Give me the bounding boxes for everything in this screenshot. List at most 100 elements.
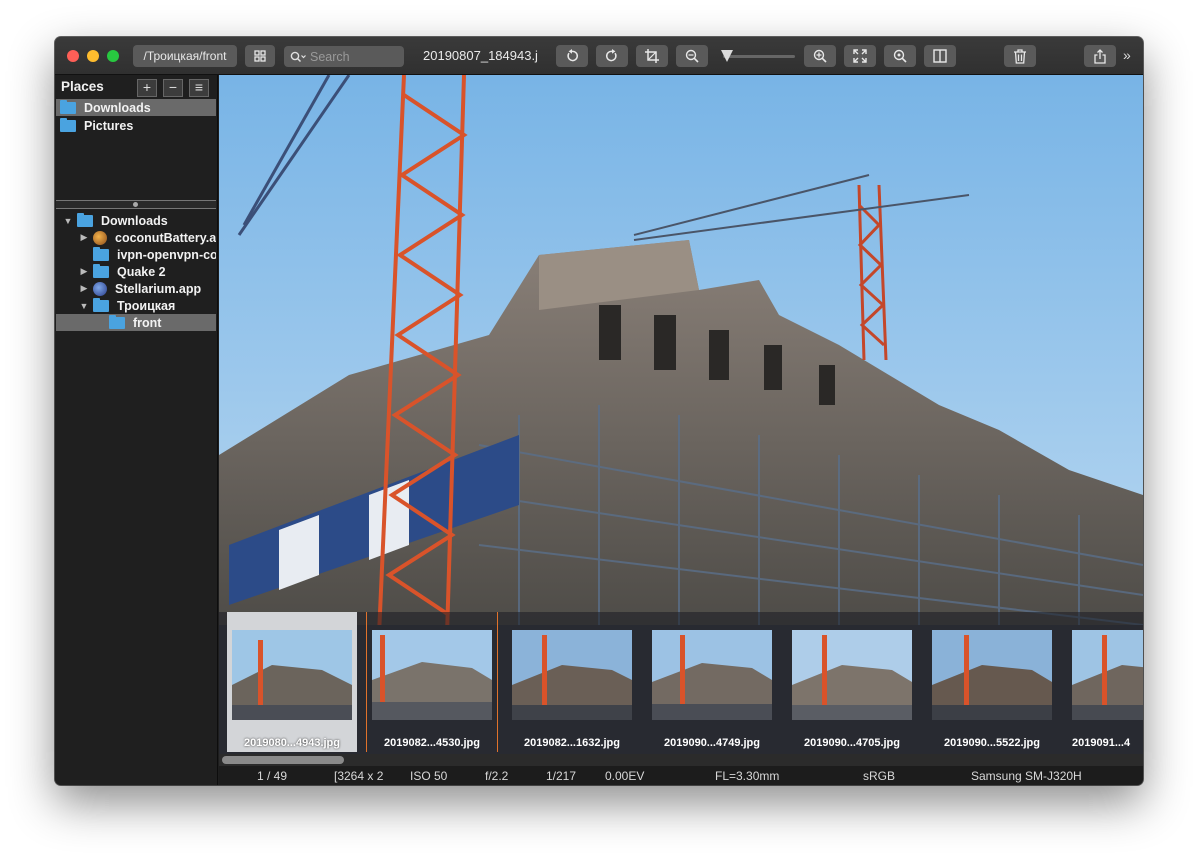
thumbnail-image	[652, 630, 772, 720]
tree-item-label: Downloads	[101, 213, 168, 228]
thumbnail-label: 2019080...4943.jpg	[243, 737, 340, 749]
minimize-window-button[interactable]	[87, 50, 99, 62]
split-view-icon	[933, 49, 947, 63]
split-view-button[interactable]	[924, 45, 956, 67]
zoom-in-icon	[813, 49, 827, 63]
disclosure-closed-icon[interactable]: ▶	[78, 266, 90, 277]
current-filename: 20190807_184943.j	[423, 48, 538, 63]
thumbnail-image	[1072, 630, 1143, 720]
thumbnail-item[interactable]: 2019090...5522.jpg	[927, 612, 1057, 752]
thumbnail-label: 2019090...5522.jpg	[943, 737, 1040, 749]
disclosure-closed-icon[interactable]: ▶	[78, 283, 90, 294]
zoom-slider[interactable]	[720, 50, 795, 62]
more-icon[interactable]: »	[1123, 47, 1131, 63]
folder-icon	[93, 246, 109, 261]
search-field[interactable]	[284, 46, 404, 67]
rotate-right-icon	[605, 49, 617, 62]
places-item-downloads[interactable]: Downloads	[56, 99, 216, 116]
filmstrip-divider	[497, 612, 498, 752]
tree-item-ivpn[interactable]: ivpn-openvpn-config	[56, 246, 216, 263]
search-input[interactable]	[310, 49, 398, 64]
path-button[interactable]: /Троицкая/front	[133, 45, 237, 67]
actual-size-button[interactable]	[884, 45, 916, 67]
tree-item-label: Quake 2	[117, 264, 166, 279]
thumbnail-label: 2019091...4	[1072, 737, 1131, 749]
tree-item-troitskaya[interactable]: ▼ Троицкая	[56, 297, 216, 314]
thumbnail-image	[232, 630, 352, 720]
rotate-left-button[interactable]	[556, 45, 588, 67]
status-aperture: f/2.2	[485, 769, 509, 783]
tree-item-label: Stellarium.app	[115, 281, 202, 296]
folder-icon	[93, 297, 109, 312]
filmstrip: 2019080...4943.jpg 2019082...4530.jpg 20…	[219, 612, 1143, 754]
share-icon	[1094, 48, 1106, 64]
places-item-label: Pictures	[84, 118, 134, 133]
add-place-button[interactable]: +	[137, 79, 157, 97]
rotate-right-button[interactable]	[596, 45, 628, 67]
status-index: 1 / 49	[257, 769, 288, 783]
zoom-window-button[interactable]	[107, 50, 119, 62]
zoom-out-button[interactable]	[676, 45, 708, 67]
filmstrip-scrollbar[interactable]	[219, 754, 1143, 766]
places-title: Places	[61, 79, 104, 94]
app-window: /Троицкая/front 20190807_184943.j	[55, 37, 1143, 785]
thumbnail-label: 2019090...4749.jpg	[663, 737, 760, 749]
places-menu-button[interactable]: ≡	[189, 79, 209, 97]
close-window-button[interactable]	[67, 50, 79, 62]
tree-item-label: coconutBattery.app	[115, 230, 216, 245]
sidebar: Places + − ≡ Downloads Pictures ▼ Downlo…	[55, 75, 218, 785]
folder-icon	[60, 117, 76, 132]
stellarium-app-icon	[93, 281, 107, 296]
tree-item-stellarium[interactable]: ▶ Stellarium.app	[56, 280, 216, 297]
thumbnail-item[interactable]: 2019090...4749.jpg	[647, 612, 777, 752]
thumbnail-item[interactable]: 2019082...1632.jpg	[507, 612, 637, 752]
crop-icon	[645, 49, 659, 63]
tree-item-quake2[interactable]: ▶ Quake 2	[56, 263, 216, 280]
tree-item-label: ivpn-openvpn-config	[117, 247, 216, 262]
trash-button[interactable]	[1004, 45, 1036, 67]
zoom-in-button[interactable]	[804, 45, 836, 67]
thumbnail-label: 2019082...1632.jpg	[523, 737, 620, 749]
status-shutter: 1/217	[546, 769, 577, 783]
status-colorspace: sRGB	[863, 769, 896, 783]
trash-icon	[1014, 48, 1026, 64]
zoom-out-icon	[685, 49, 699, 63]
thumbnail-item[interactable]: 2019091...4	[1067, 612, 1143, 752]
tree-item-label: Троицкая	[117, 298, 176, 313]
rotate-left-icon	[567, 49, 579, 62]
status-ev: 0.00EV	[605, 769, 645, 783]
thumbnail-image	[932, 630, 1052, 720]
crop-button[interactable]	[636, 45, 668, 67]
filmstrip-scroll-thumb[interactable]	[222, 756, 344, 764]
status-bar: 1 / 49 [3264 x 2 ISO 50 f/2.2 1/217 0.00…	[219, 766, 1143, 785]
search-icon	[290, 51, 306, 62]
tree-item-downloads[interactable]: ▼ Downloads	[56, 212, 216, 229]
thumbnail-grid-button[interactable]	[245, 45, 275, 67]
disclosure-closed-icon[interactable]: ▶	[78, 232, 90, 243]
tree-item-coconutbattery[interactable]: ▶ coconutBattery.app	[56, 229, 216, 246]
sidebar-splitter[interactable]	[56, 200, 216, 209]
share-button[interactable]	[1084, 45, 1116, 67]
fit-screen-icon	[853, 49, 867, 63]
folder-icon	[93, 263, 109, 278]
image-viewer[interactable]: 2019080...4943.jpg 2019082...4530.jpg 20…	[219, 75, 1143, 766]
tree-item-label: front	[133, 315, 162, 330]
zoom-slider-knob[interactable]	[720, 50, 733, 62]
thumbnail-item[interactable]: 2019090...4705.jpg	[787, 612, 917, 752]
thumbnail-image	[792, 630, 912, 720]
status-focal: FL=3.30mm	[715, 769, 780, 783]
thumbnail-image	[512, 630, 632, 720]
folder-icon	[109, 314, 125, 329]
thumbnail-image	[372, 630, 492, 720]
disclosure-open-icon[interactable]: ▼	[78, 301, 90, 311]
thumbnail-item[interactable]: 2019080...4943.jpg	[227, 612, 357, 752]
toolbar: /Троицкая/front 20190807_184943.j	[55, 37, 1143, 75]
fit-screen-button[interactable]	[844, 45, 876, 67]
places-item-pictures[interactable]: Pictures	[56, 117, 216, 134]
remove-place-button[interactable]: −	[163, 79, 183, 97]
disclosure-open-icon[interactable]: ▼	[62, 216, 74, 226]
actual-size-icon	[893, 49, 907, 63]
thumbnail-label: 2019090...4705.jpg	[803, 737, 900, 749]
thumbnail-item[interactable]: 2019082...4530.jpg	[367, 612, 497, 752]
tree-item-front[interactable]: front	[56, 314, 216, 331]
